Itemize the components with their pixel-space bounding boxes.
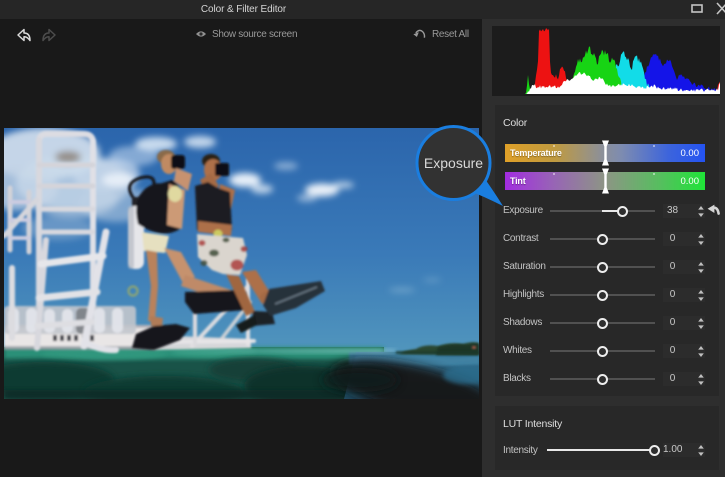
svg-text:Exposure: Exposure bbox=[424, 155, 483, 171]
